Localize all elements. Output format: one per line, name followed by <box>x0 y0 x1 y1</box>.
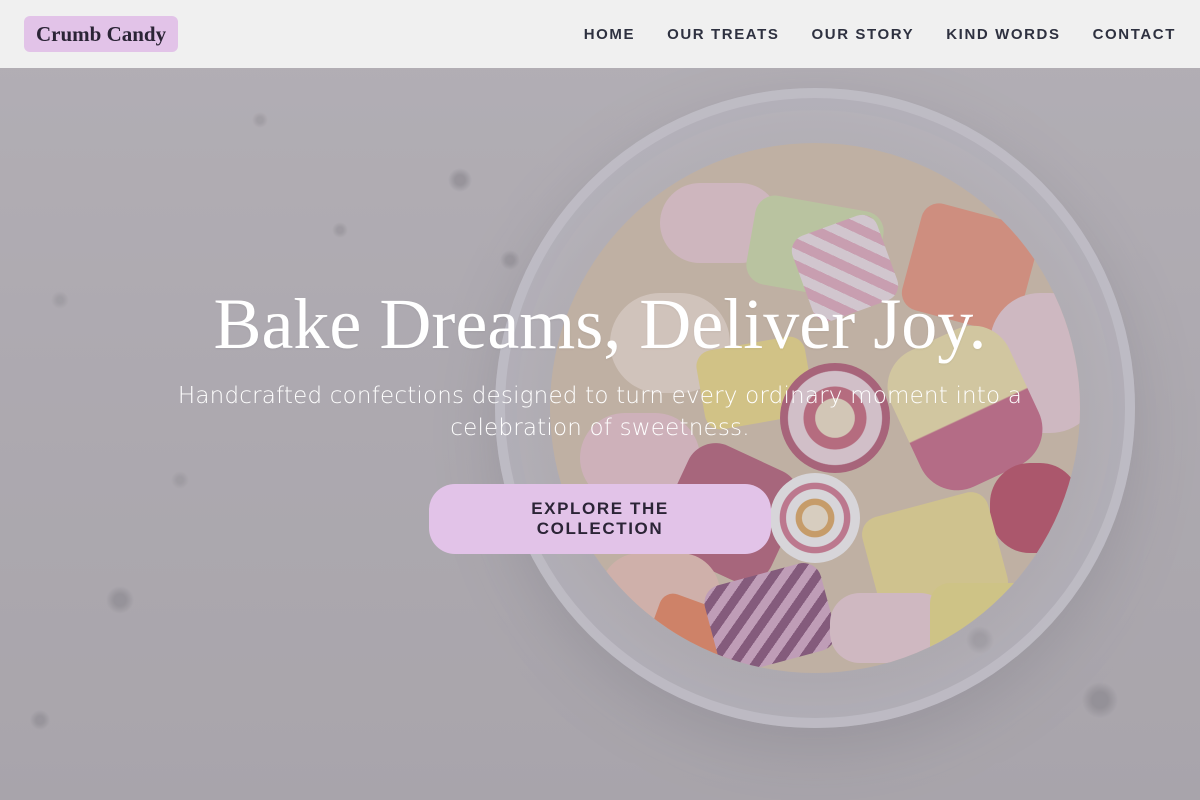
hero-subtitle: Handcrafted confections designed to turn… <box>177 383 1023 441</box>
nav-item-our-treats[interactable]: OUR TREATS <box>667 26 779 43</box>
site-header: Crumb Candy HOME OUR TREATS OUR STORY KI… <box>0 0 1200 68</box>
brand-logo[interactable]: Crumb Candy <box>24 16 179 52</box>
hero-title: Bake Dreams, Deliver Joy. <box>213 284 987 364</box>
nav-item-kind-words[interactable]: KIND WORDS <box>946 26 1060 43</box>
nav-item-home[interactable]: HOME <box>584 26 635 43</box>
explore-collection-button[interactable]: EXPLORE THE COLLECTION <box>429 484 771 554</box>
page: Crumb Candy HOME OUR TREATS OUR STORY KI… <box>0 0 1200 800</box>
hero-section: Bake Dreams, Deliver Joy. Handcrafted co… <box>0 280 1200 554</box>
nav-item-our-story[interactable]: OUR STORY <box>812 26 915 43</box>
main-nav: HOME OUR TREATS OUR STORY KIND WORDS CON… <box>584 26 1176 43</box>
nav-item-contact[interactable]: CONTACT <box>1093 26 1176 43</box>
